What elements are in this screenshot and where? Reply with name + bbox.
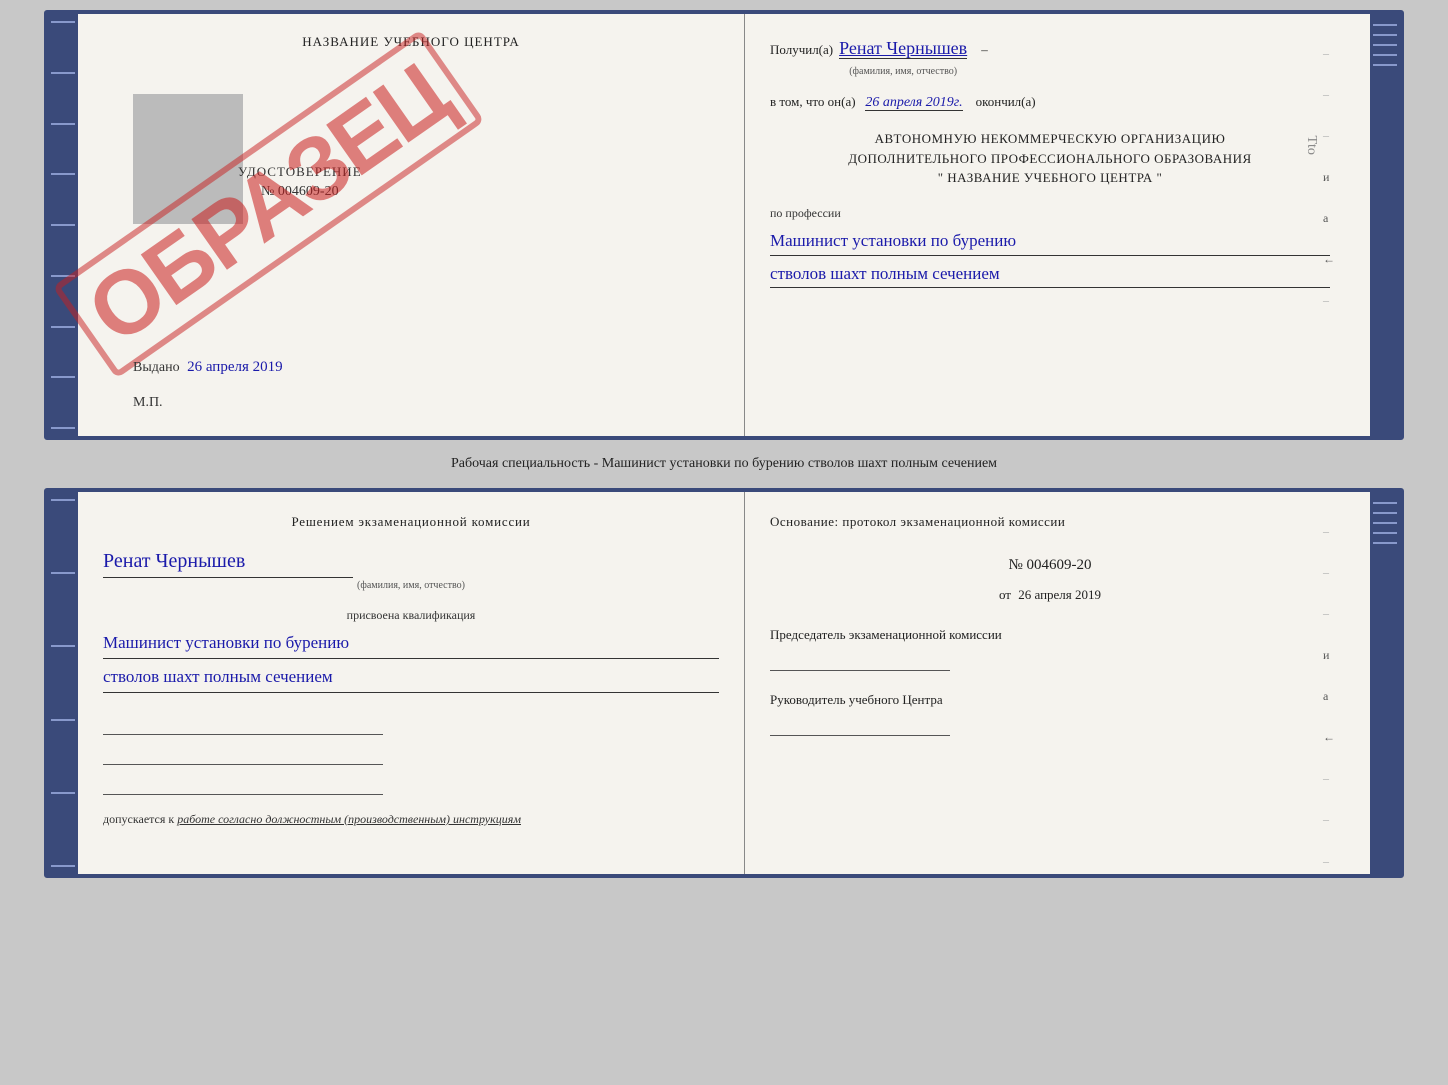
- recipient-block: Ренат Чернышев (фамилия, имя, отчество): [839, 34, 967, 80]
- protocol-date-prefix: от: [999, 587, 1011, 602]
- bottom-fio-subtext: (фамилия, имя, отчество): [103, 578, 719, 594]
- spine-line: [1373, 512, 1397, 514]
- profession-block: по профессии Машинист установки по бурен…: [770, 203, 1330, 288]
- spine-line: [51, 719, 75, 721]
- okonchil-label: окончил(а): [976, 94, 1036, 109]
- bottom-right-panel: Основание: протокол экзаменационной коми…: [745, 492, 1370, 874]
- bottom-person-block: Ренат Чернышев (фамилия, имя, отчество): [103, 545, 719, 594]
- spine-line: [51, 376, 75, 378]
- protocol-date-value: 26 апреля 2019: [1018, 587, 1101, 602]
- top-document: НАЗВАНИЕ УЧЕБНОГО ЦЕНТРА УДОСТОВЕРЕНИЕ №…: [44, 10, 1404, 440]
- sig-line-3: [103, 773, 383, 795]
- rukovoditel-label: Руководитель учебного Центра: [770, 691, 1330, 709]
- qualification-line2: стволов шахт полным сечением: [103, 663, 719, 693]
- spine-line: [51, 645, 75, 647]
- dash: –: [981, 40, 988, 61]
- photo-placeholder: [133, 94, 243, 224]
- organization-block: АВТОНОМНУЮ НЕКОММЕРЧЕСКУЮ ОРГАНИЗАЦИЮ ДО…: [770, 129, 1330, 188]
- spine-line: [51, 72, 75, 74]
- obrazets-text: ОБРАЗЕЦ: [52, 29, 484, 378]
- spine-line: [1373, 54, 1397, 56]
- spine-line: [51, 224, 75, 226]
- org-line2: ДОПОЛНИТЕЛЬНОГО ПРОФЕССИОНАЛЬНОГО ОБРАЗО…: [770, 149, 1330, 169]
- dopuskaetsya-label: допускается к: [103, 812, 174, 826]
- protocol-date: от 26 апреля 2019: [770, 585, 1330, 606]
- spine-right-bottom: [1370, 492, 1400, 874]
- bottom-left-panel: Решением экзаменационной комиссии Ренат …: [78, 492, 745, 874]
- poluchil-label: Получил(а): [770, 40, 833, 61]
- spine-line: [1373, 24, 1397, 26]
- right-edge-marks-top: – – – и а ← –: [1323, 44, 1335, 310]
- mp-line: М.П.: [133, 395, 163, 411]
- page-wrapper: НАЗВАНИЕ УЧЕБНОГО ЦЕНТРА УДОСТОВЕРЕНИЕ №…: [0, 0, 1448, 1085]
- profession-line2: стволов шахт полным сечением: [770, 260, 1330, 288]
- spine-line: [1373, 64, 1397, 66]
- spine-line: [1373, 502, 1397, 504]
- spine-line: [51, 865, 75, 867]
- vtom-line: в том, что он(а) 26 апреля 2019г. окончи…: [770, 92, 1330, 114]
- spine-line: [1373, 522, 1397, 524]
- spine-line: [51, 173, 75, 175]
- bottom-document: Решением экзаменационной комиссии Ренат …: [44, 488, 1404, 878]
- recipient-name: Ренат Чернышев: [839, 38, 967, 59]
- school-name-top: НАЗВАНИЕ УЧЕБНОГО ЦЕНТРА: [103, 34, 719, 50]
- spine-line: [51, 572, 75, 574]
- dopuskaetsya-text: работе согласно должностным (производств…: [177, 812, 521, 826]
- spine-left-bottom: [48, 492, 78, 874]
- resheniyem-title: Решением экзаменационной комиссии: [103, 512, 719, 533]
- fio-subtext: (фамилия, имя, отчество): [839, 64, 967, 80]
- org-line1: АВТОНОМНУЮ НЕКОММЕРЧЕСКУЮ ОРГАНИЗАЦИЮ: [770, 129, 1330, 149]
- spine-line: [1373, 34, 1397, 36]
- bottom-qualification-block: Машинист установки по бурению стволов ша…: [103, 629, 719, 693]
- dopuskaetsya-block: допускается к работе согласно должностны…: [103, 810, 719, 829]
- udostoverenie-block: УДОСТОВЕРЕНИЕ № 004609-20: [238, 164, 362, 200]
- spine-line: [51, 792, 75, 794]
- protocol-num: № 004609-20: [770, 553, 1330, 577]
- profession-line1: Машинист установки по бурению: [770, 227, 1330, 255]
- vydano-line: Выдано 26 апреля 2019: [133, 359, 283, 376]
- rukovoditel-sig-line: [770, 714, 950, 736]
- vtom-label: в том, что он(а): [770, 94, 856, 109]
- sig-line-1: [103, 713, 383, 735]
- top-left-panel: НАЗВАНИЕ УЧЕБНОГО ЦЕНТРА УДОСТОВЕРЕНИЕ №…: [78, 14, 745, 436]
- right-edge-marks-bottom: – – – и а ← – – –: [1323, 522, 1335, 871]
- prisvoena-label: присвоена квалификация: [103, 606, 719, 625]
- profession-label: по профессии: [770, 206, 841, 220]
- spine-line: [51, 123, 75, 125]
- spine-line: [51, 326, 75, 328]
- signature-lines-bottom: [103, 713, 719, 795]
- qualification-line1: Машинист установки по бурению: [103, 629, 719, 659]
- bottom-person-name: Ренат Чернышев: [103, 545, 353, 578]
- spine-line: [1373, 44, 1397, 46]
- top-right-panel: Получил(а) Ренат Чернышев (фамилия, имя,…: [745, 14, 1370, 436]
- spine-line: [1373, 542, 1397, 544]
- spine-left: [48, 14, 78, 436]
- completion-date: 26 апреля 2019г.: [865, 95, 962, 111]
- vydano-date: 26 апреля 2019: [187, 359, 283, 375]
- spine-line: [51, 275, 75, 277]
- poluchil-line: Получил(а) Ренат Чернышев (фамилия, имя,…: [770, 34, 1330, 80]
- org-line3: " НАЗВАНИЕ УЧЕБНОГО ЦЕНТРА ": [770, 168, 1330, 188]
- tto-element: Tto: [1299, 135, 1321, 154]
- spine-line: [51, 427, 75, 429]
- predsedatel-label: Председатель экзаменационной комиссии: [770, 626, 1330, 644]
- udostoverenie-num: № 004609-20: [238, 184, 362, 200]
- udostoverenie-title: УДОСТОВЕРЕНИЕ: [238, 164, 362, 180]
- separator-text: Рабочая специальность - Машинист установ…: [451, 450, 997, 478]
- sig-line-2: [103, 743, 383, 765]
- spine-line: [51, 499, 75, 501]
- spine-line: [1373, 532, 1397, 534]
- predsedatel-sig-line: [770, 649, 950, 671]
- vydano-label: Выдано: [133, 360, 180, 375]
- spine-right: [1370, 14, 1400, 436]
- osnovanie-title: Основание: протокол экзаменационной коми…: [770, 512, 1330, 533]
- spine-line: [51, 21, 75, 23]
